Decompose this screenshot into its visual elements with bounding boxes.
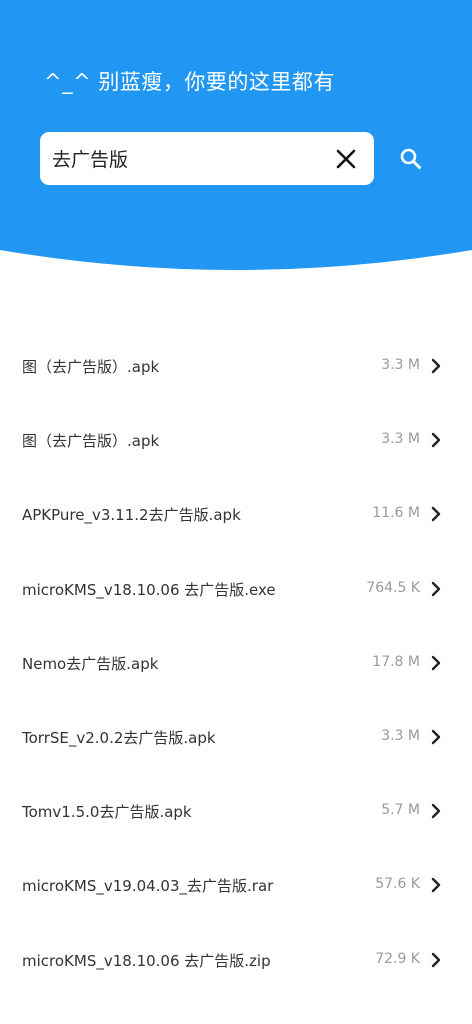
file-size: 57.6 K: [375, 876, 420, 893]
chevron-right-icon: [431, 358, 441, 374]
file-size: 72.9 K: [375, 950, 420, 967]
file-size: 5.7 M: [381, 802, 420, 819]
file-size: 3.3 M: [381, 357, 420, 373]
file-name: APKPure_v3.11.2去广告版.apk: [22, 506, 241, 525]
result-list: 图（去广告版）.apk 3.3 M 图（去广告版）.apk 3.3 M APKP…: [0, 328, 472, 996]
chevron-right-icon: [431, 507, 441, 522]
search-input[interactable]: [52, 132, 322, 185]
close-icon[interactable]: [332, 145, 360, 173]
chevron-right-icon: [431, 803, 441, 819]
chevron-right-icon: [431, 878, 441, 893]
file-name: Tomv1.5.0去广告版.apk: [22, 803, 192, 822]
file-size: 3.3 M: [381, 431, 420, 448]
result-row[interactable]: microKMS_v18.10.06 去广告版.zip 72.9 K: [0, 922, 472, 996]
search-screen: ^_^ 别蓝瘦，你要的这里都有 图（去广告版）.apk 3.3 M 图（去广告版…: [0, 0, 472, 1024]
file-name: 图（去广告版）.apk: [22, 358, 160, 376]
chevron-right-icon: [431, 655, 441, 670]
search-icon[interactable]: [396, 144, 426, 174]
file-name: microKMS_v19.04.03_去广告版.rar: [22, 877, 274, 896]
result-row[interactable]: microKMS_v19.04.03_去广告版.rar 57.6 K: [0, 847, 472, 921]
chevron-right-icon: [431, 729, 441, 745]
result-row[interactable]: TorrSE_v2.0.2去广告版.apk 3.3 M: [0, 699, 472, 773]
result-row[interactable]: Nemo去广告版.apk 17.8 M: [0, 625, 472, 699]
result-row[interactable]: microKMS_v18.10.06 去广告版.exe 764.5 K: [0, 551, 472, 625]
file-size: 3.3 M: [381, 727, 420, 744]
file-name: TorrSE_v2.0.2去广告版.apk: [22, 728, 216, 747]
result-row[interactable]: APKPure_v3.11.2去广告版.apk 11.6 M: [0, 476, 472, 550]
result-row[interactable]: 图（去广告版）.apk 3.3 M: [0, 402, 472, 476]
chevron-right-icon: [431, 952, 441, 967]
file-size: 17.8 M: [372, 653, 420, 670]
result-row[interactable]: Tomv1.5.0去广告版.apk 5.7 M: [0, 773, 472, 847]
chevron-right-icon: [431, 581, 441, 596]
file-name: microKMS_v18.10.06 去广告版.exe: [22, 580, 276, 599]
file-name: Nemo去广告版.apk: [22, 654, 159, 673]
header-headline: ^_^ 别蓝瘦，你要的这里都有: [44, 70, 335, 94]
result-row[interactable]: 图（去广告版）.apk 3.3 M: [0, 328, 472, 402]
search-box: [40, 132, 374, 185]
file-name: 图（去广告版）.apk: [22, 432, 160, 451]
file-size: 11.6 M: [372, 505, 420, 522]
file-name: microKMS_v18.10.06 去广告版.zip: [22, 951, 271, 970]
chevron-right-icon: [431, 432, 441, 448]
file-size: 764.5 K: [366, 579, 420, 596]
